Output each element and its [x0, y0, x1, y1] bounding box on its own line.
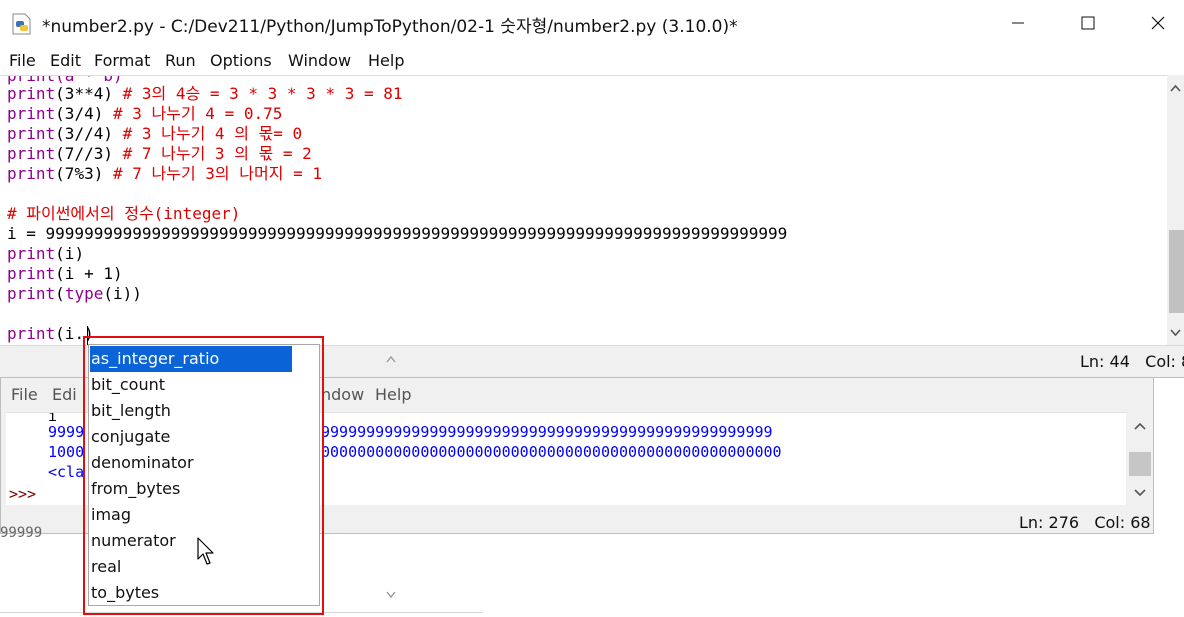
code-call: print: [7, 284, 56, 303]
shell-menu-file[interactable]: File: [11, 385, 38, 404]
code-line: print(type(i)): [7, 284, 142, 304]
code-call: print: [7, 84, 56, 103]
maximize-button[interactable]: [1058, 0, 1118, 46]
minimize-icon: [1012, 22, 1024, 24]
code-args: (i): [55, 244, 85, 263]
shell-scroll-arrows-icon: [1129, 422, 1151, 497]
shell-scrollbar[interactable]: [1127, 412, 1153, 504]
autocomplete-scrollbar[interactable]: [378, 346, 404, 604]
code-line: print(7%3) # 7 나누기 3의 나머지 = 1: [7, 164, 322, 184]
code-call: print: [7, 324, 56, 343]
menu-window[interactable]: Window: [288, 51, 351, 70]
code-comment: # 3의 4승 = 3 * 3 * 3 * 3 = 81: [112, 84, 403, 103]
code-line: i = 999999999999999999999999999999999999…: [7, 224, 787, 244]
code-call: print: [7, 144, 56, 163]
code-args: (i)): [103, 284, 142, 303]
menu-format[interactable]: Format: [94, 51, 150, 70]
code-call: print: [7, 124, 56, 143]
code-line: print(3//4) # 3 나누기 4 의 몫= 0: [7, 124, 302, 144]
code-args: (3/4): [55, 104, 104, 123]
highlight-box: [83, 336, 324, 615]
shell-menu-edit[interactable]: Edi: [52, 385, 77, 404]
shell-status-position: Ln: 276 Col: 68: [1019, 513, 1151, 532]
code-comment: # 7 나누기 3의 나머지 = 1: [103, 164, 322, 183]
code-builtin: type: [64, 284, 104, 303]
menu-file[interactable]: File: [9, 51, 36, 70]
code-call: print: [7, 264, 56, 283]
shell-prompt: >>>: [9, 485, 37, 503]
code-call: print: [7, 164, 56, 183]
code-args: (3**4): [55, 84, 113, 103]
code-args: (: [55, 284, 65, 303]
code-line: print(i.): [7, 324, 94, 344]
shell-line: <cla: [48, 463, 85, 481]
editor-status-position: Ln: 44 Col: 8: [1080, 352, 1184, 371]
code-line: print(i + 1): [7, 264, 123, 284]
code-line: print(3**4) # 3의 4승 = 3 * 3 * 3 * 3 = 81: [7, 84, 403, 104]
code-comment: # 파이썬에서의 정수(integer): [7, 204, 241, 223]
menu-options[interactable]: Options: [210, 51, 272, 70]
shell-line: 1000: [48, 443, 85, 461]
editor-scroll-thumb[interactable]: [1169, 230, 1184, 313]
code-args: (7%3): [55, 164, 104, 183]
editor-menubar: File Edit Format Run Options Window Help: [0, 47, 1184, 75]
maximize-icon: [1081, 16, 1095, 30]
editor-window: *number2.py - C:/Dev211/Python/JumpToPyt…: [0, 0, 1184, 378]
close-icon: [1151, 16, 1165, 30]
python-file-icon: [12, 13, 31, 35]
code-comment: # 3 나누기 4 = 0.75: [103, 104, 283, 123]
code-line: print(3/4) # 3 나누기 4 = 0.75: [7, 104, 282, 124]
code-assignment: i = 999999999999999999999999999999999999…: [7, 224, 788, 243]
mouse-pointer-icon: [197, 537, 214, 565]
code-call: print: [7, 104, 56, 123]
close-button[interactable]: [1128, 0, 1184, 46]
shell-line: 9999: [48, 423, 85, 441]
code-line: print(i): [7, 244, 84, 264]
code-args: (i + 1): [55, 264, 123, 283]
code-comment: # 3 나누기 4 의 몫= 0: [112, 124, 303, 143]
autocomplete-scroll-arrows-icon: [386, 355, 396, 599]
menu-help[interactable]: Help: [368, 51, 404, 70]
code-args: (3//4): [55, 124, 113, 143]
code-args: (7//3): [55, 144, 113, 163]
code-call: print: [7, 244, 56, 263]
title-bar[interactable]: *number2.py - C:/Dev211/Python/JumpToPyt…: [0, 0, 1184, 46]
code-comment: # 7 나누기 3 의 몫 = 2: [112, 144, 312, 163]
menu-edit[interactable]: Edit: [50, 51, 81, 70]
minimize-button[interactable]: [988, 0, 1048, 46]
menu-run[interactable]: Run: [165, 51, 196, 70]
code-editor[interactable]: print(a * b) print(3**4) # 3의 4승 = 3 * 3…: [0, 75, 1167, 346]
background-fragment: 99999: [0, 525, 43, 541]
code-line: print(7//3) # 7 나누기 3 의 몫 = 2: [7, 144, 312, 164]
window-title: *number2.py - C:/Dev211/Python/JumpToPyt…: [42, 17, 738, 37]
code-line: # 파이썬에서의 정수(integer): [7, 204, 240, 224]
shell-menu-window[interactable]: ndow: [321, 385, 364, 404]
